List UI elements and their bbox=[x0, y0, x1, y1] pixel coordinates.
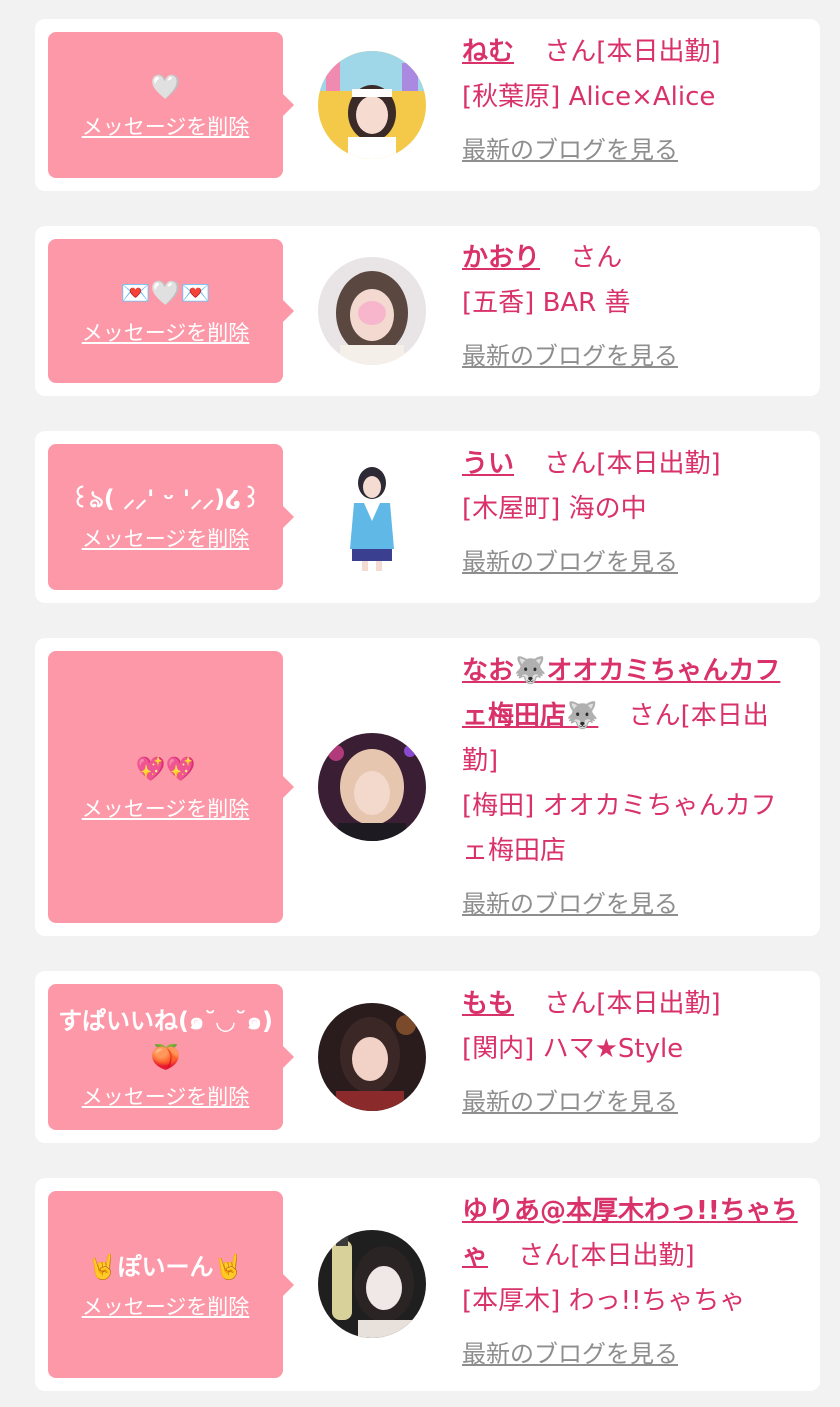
latest-blog-link[interactable]: 最新のブログを見る bbox=[462, 540, 678, 585]
cast-card: 💖💖 メッセージを削除 なお🐺オオカミちゃんカフェ梅田店🐺 さん[本日出勤] [… bbox=[35, 638, 820, 936]
cast-name-link[interactable]: もも bbox=[462, 989, 514, 1019]
area-label: [梅田] bbox=[462, 791, 535, 821]
cast-info: ゆりあ@本厚木わっ!!ちゃちゃ さん[本日出勤] [本厚木] わっ!!ちゃちゃ … bbox=[462, 1189, 802, 1377]
cast-info: かおり さん [五香] BAR 善 最新のブログを見る bbox=[462, 236, 802, 379]
message-text: 🤍 bbox=[150, 73, 181, 101]
message-bubble: 💌🤍💌 メッセージを削除 bbox=[48, 239, 294, 383]
message-bubble: 💖💖 メッセージを削除 bbox=[48, 651, 294, 923]
honorific: さん bbox=[544, 449, 597, 479]
shop-name: ハマ★Style bbox=[542, 1034, 684, 1064]
avatar[interactable] bbox=[318, 1230, 426, 1338]
delete-message-link[interactable]: メッセージを削除 bbox=[82, 1291, 250, 1321]
message-bubble: ꒰ঌ( ⸝⸝' ᵕ '⸝⸝)໒꒱ メッセージを削除 bbox=[48, 444, 294, 590]
latest-blog-link[interactable]: 最新のブログを見る bbox=[462, 128, 678, 173]
message-text: ꒰ঌ( ⸝⸝' ᵕ '⸝⸝)໒꒱ bbox=[70, 485, 261, 513]
avatar[interactable] bbox=[318, 463, 426, 571]
cast-name-link[interactable]: かおり bbox=[462, 243, 540, 273]
shop-line: [関内] ハマ★Style bbox=[462, 1027, 802, 1072]
message-text: 🤘ぽいーん🤘 bbox=[87, 1252, 244, 1281]
honorific: さん bbox=[518, 1241, 571, 1271]
today-badge: [本日出勤] bbox=[570, 1241, 695, 1271]
message-bubble: 🤍 メッセージを削除 bbox=[48, 32, 294, 178]
delete-message-link[interactable]: メッセージを削除 bbox=[82, 111, 250, 141]
today-badge: [本日出勤] bbox=[596, 989, 721, 1019]
shop-line: [本厚木] わっ!!ちゃちゃ bbox=[462, 1279, 802, 1324]
cast-card: ꒰ঌ( ⸝⸝' ᵕ '⸝⸝)໒꒱ メッセージを削除 うい さん[本日出勤] [木… bbox=[35, 431, 820, 603]
cast-name-link[interactable]: うい bbox=[462, 449, 514, 479]
area-label: [秋葉原] bbox=[462, 82, 561, 112]
cast-card: 💌🤍💌 メッセージを削除 かおり さん [五香] BAR 善 最新のブログを見る bbox=[35, 226, 820, 396]
message-text: すぱいいね(๑˘◡˘๑)🍑 bbox=[58, 1007, 273, 1071]
cast-card: すぱいいね(๑˘◡˘๑)🍑 メッセージを削除 もも さん[本日出勤] [関内] … bbox=[35, 971, 820, 1143]
shop-name: Alice×Alice bbox=[568, 82, 716, 112]
name-line: ねむ さん[本日出勤] bbox=[462, 30, 802, 75]
name-line: ゆりあ@本厚木わっ!!ちゃちゃ さん[本日出勤] bbox=[462, 1189, 802, 1279]
name-line: かおり さん bbox=[462, 236, 802, 281]
honorific: さん bbox=[544, 989, 597, 1019]
area-label: [本厚木] bbox=[462, 1286, 561, 1316]
honorific: さん bbox=[544, 37, 597, 67]
delete-message-link[interactable]: メッセージを削除 bbox=[82, 317, 250, 347]
delete-message-link[interactable]: メッセージを削除 bbox=[82, 1081, 250, 1111]
cast-name-link[interactable]: ねむ bbox=[462, 37, 514, 67]
shop-line: [秋葉原] Alice×Alice bbox=[462, 75, 802, 120]
name-line: もも さん[本日出勤] bbox=[462, 982, 802, 1027]
shop-name: 海の中 bbox=[568, 494, 647, 524]
delete-message-link[interactable]: メッセージを削除 bbox=[82, 523, 250, 553]
delete-message-link[interactable]: メッセージを削除 bbox=[82, 793, 250, 823]
cast-card: 🤘ぽいーん🤘 メッセージを削除 ゆりあ@本厚木わっ!!ちゃちゃ さん[本日出勤]… bbox=[35, 1178, 820, 1391]
message-bubble: すぱいいね(๑˘◡˘๑)🍑 メッセージを削除 bbox=[48, 984, 294, 1130]
today-badge: [本日出勤] bbox=[596, 449, 721, 479]
shop-line: [五香] BAR 善 bbox=[462, 281, 802, 326]
cast-card: 🤍 メッセージを削除 ねむ さん[本日出勤] [秋葉原] Alice×Alice… bbox=[35, 19, 820, 191]
name-line: うい さん[本日出勤] bbox=[462, 442, 802, 487]
avatar[interactable] bbox=[318, 257, 426, 365]
avatar[interactable] bbox=[318, 1003, 426, 1111]
shop-line: [梅田] オオカミちゃんカフェ梅田店 bbox=[462, 784, 802, 874]
cast-info: うい さん[本日出勤] [木屋町] 海の中 最新のブログを見る bbox=[462, 442, 802, 585]
honorific: さん bbox=[570, 243, 623, 273]
favorites-list: 🤍 メッセージを削除 ねむ さん[本日出勤] [秋葉原] Alice×Alice… bbox=[0, 0, 840, 1407]
cast-info: ねむ さん[本日出勤] [秋葉原] Alice×Alice 最新のブログを見る bbox=[462, 30, 802, 173]
area-label: [五香] bbox=[462, 288, 535, 318]
shop-name: BAR 善 bbox=[542, 288, 631, 318]
latest-blog-link[interactable]: 最新のブログを見る bbox=[462, 1332, 678, 1377]
message-text: 💌🤍💌 bbox=[120, 279, 211, 307]
shop-name: わっ!!ちゃちゃ bbox=[568, 1286, 746, 1316]
honorific: さん bbox=[628, 701, 681, 731]
area-label: [木屋町] bbox=[462, 494, 561, 524]
latest-blog-link[interactable]: 最新のブログを見る bbox=[462, 1080, 678, 1125]
shop-line: [木屋町] 海の中 bbox=[462, 487, 802, 532]
cast-info: もも さん[本日出勤] [関内] ハマ★Style 最新のブログを見る bbox=[462, 982, 802, 1125]
today-badge: [本日出勤] bbox=[596, 37, 721, 67]
message-bubble: 🤘ぽいーん🤘 メッセージを削除 bbox=[48, 1191, 294, 1378]
message-text: 💖💖 bbox=[135, 755, 196, 783]
area-label: [関内] bbox=[462, 1034, 535, 1064]
latest-blog-link[interactable]: 最新のブログを見る bbox=[462, 882, 678, 927]
latest-blog-link[interactable]: 最新のブログを見る bbox=[462, 334, 678, 379]
name-line: なお🐺オオカミちゃんカフェ梅田店🐺 さん[本日出勤] bbox=[462, 649, 802, 784]
cast-info: なお🐺オオカミちゃんカフェ梅田店🐺 さん[本日出勤] [梅田] オオカミちゃんカ… bbox=[462, 649, 802, 927]
avatar[interactable] bbox=[318, 51, 426, 159]
avatar[interactable] bbox=[318, 733, 426, 841]
